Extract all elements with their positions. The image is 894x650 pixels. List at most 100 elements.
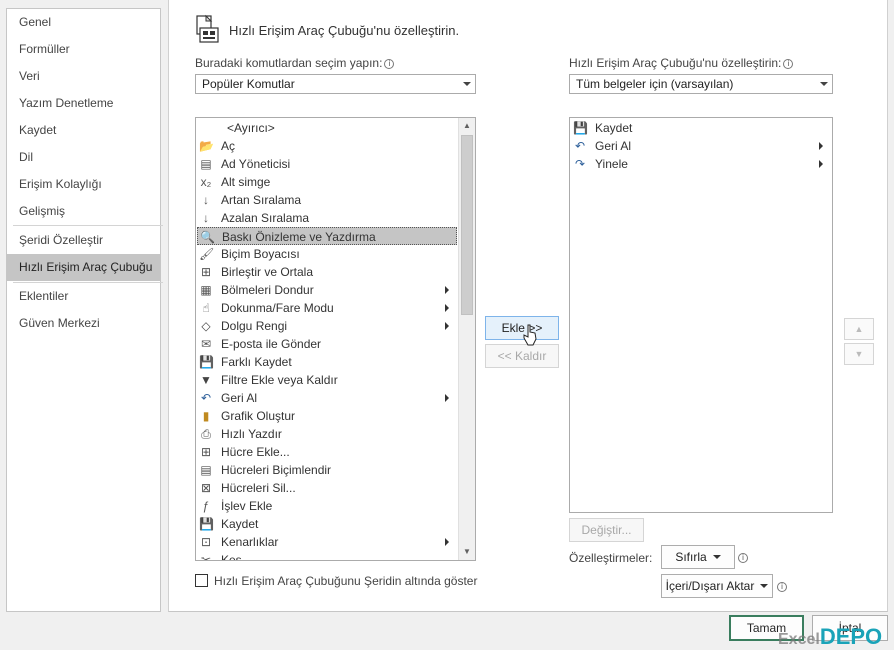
remove-button[interactable]: << Kaldır bbox=[485, 344, 559, 368]
command-item[interactable]: ✂ Kes bbox=[197, 551, 457, 560]
command-item-label: Hücreleri Sil... bbox=[221, 481, 296, 495]
qat-item[interactable]: ↷ Yinele bbox=[571, 155, 831, 173]
command-item[interactable]: ⊠ Hücreleri Sil... bbox=[197, 479, 457, 497]
move-down-button[interactable]: ▼ bbox=[844, 343, 874, 365]
qat-item[interactable]: ↶ Geri Al bbox=[571, 137, 831, 155]
command-item[interactable]: ↓ Azalan Sıralama bbox=[197, 209, 457, 227]
command-item[interactable]: ⎙ Hızlı Yazdır bbox=[197, 425, 457, 443]
info-icon[interactable]: i bbox=[384, 59, 395, 69]
command-item[interactable]: 💾 Farklı Kaydet bbox=[197, 353, 457, 371]
delete-cells-icon: ⊠ bbox=[200, 481, 212, 495]
commands-list-scrollbar[interactable]: ▲ ▼ bbox=[458, 118, 475, 560]
command-item[interactable]: 🔍 Baskı Önizleme ve Yazdırma bbox=[197, 227, 457, 245]
watermark-depo: DEPO bbox=[819, 624, 883, 649]
command-item[interactable]: 💾 Kaydet bbox=[197, 515, 457, 533]
submenu-arrow-icon bbox=[445, 538, 449, 546]
nav-item-kaydet[interactable]: Kaydet bbox=[7, 117, 160, 144]
command-item[interactable]: ▮ Grafik Oluştur bbox=[197, 407, 457, 425]
command-item[interactable]: ⊡ Kenarlıklar bbox=[197, 533, 457, 551]
show-below-ribbon-checkbox[interactable] bbox=[195, 574, 208, 587]
page-title: Hızlı Erişim Araç Çubuğu'nu özelleştirin… bbox=[229, 23, 460, 38]
command-item[interactable]: ⊞ Birleştir ve Ortala bbox=[197, 263, 457, 281]
info-icon[interactable]: i bbox=[783, 59, 794, 69]
choose-commands-dropdown[interactable]: Popüler Komutlar bbox=[195, 74, 476, 94]
insert-cells-icon: ⊞ bbox=[200, 445, 212, 459]
command-item-label: Dolgu Rengi bbox=[221, 319, 288, 333]
sort-descending-icon: ↓ bbox=[203, 211, 209, 225]
submenu-arrow-icon bbox=[445, 304, 449, 312]
email-icon: ✉ bbox=[200, 337, 212, 351]
scroll-down-icon[interactable]: ▼ bbox=[459, 544, 475, 560]
info-icon[interactable]: i bbox=[775, 579, 787, 593]
format-cells-icon: ▤ bbox=[200, 463, 212, 477]
nav-item-yazim-denetleme[interactable]: Yazım Denetleme bbox=[7, 90, 160, 117]
command-item[interactable]: 📂 Aç bbox=[197, 137, 457, 155]
redo-icon: ↷ bbox=[574, 157, 586, 171]
nav-item-guven-merkezi[interactable]: Güven Merkezi bbox=[7, 310, 160, 337]
commands-list[interactable]: <Ayırıcı> 📂 Aç ▤ Ad Yöneticisi x₂ Alt simge ↓ Ar… bbox=[195, 117, 476, 561]
chevron-down-icon bbox=[760, 584, 769, 588]
command-item[interactable]: ↓ Artan Sıralama bbox=[197, 191, 457, 209]
command-item-label: Kaydet bbox=[221, 517, 259, 531]
command-item-label: Hücreleri Biçimlendir bbox=[221, 463, 332, 477]
command-item-label: Farklı Kaydet bbox=[221, 355, 292, 369]
scroll-up-icon[interactable]: ▲ bbox=[459, 118, 475, 134]
quick-access-toolbar-icon bbox=[194, 14, 222, 44]
command-item-label: Artan Sıralama bbox=[221, 193, 302, 207]
nav-item-erisim-kolayligi[interactable]: Erişim Kolaylığı bbox=[7, 171, 160, 198]
move-up-button[interactable]: ▲ bbox=[844, 318, 874, 340]
command-item[interactable]: ▤ Ad Yöneticisi bbox=[197, 155, 457, 173]
command-item-label: Kenarlıklar bbox=[221, 535, 279, 549]
nav-item-hizli-erisim[interactable]: Hızlı Erişim Araç Çubuğu bbox=[7, 254, 160, 281]
scroll-thumb[interactable] bbox=[461, 135, 473, 315]
customize-qat-label-text: Hızlı Erişim Araç Çubuğu'nu özelleştirin… bbox=[569, 56, 782, 70]
nav-item-seridi-ozellestir[interactable]: Şeridi Özelleştir bbox=[7, 227, 160, 254]
chevron-down-icon bbox=[712, 555, 721, 559]
command-item[interactable]: ▤ Hücreleri Biçimlendir bbox=[197, 461, 457, 479]
command-item[interactable]: <Ayırıcı> bbox=[197, 119, 457, 137]
mouse-cursor-icon bbox=[523, 324, 539, 346]
command-item[interactable]: ⊞ Hücre Ekle... bbox=[197, 443, 457, 461]
watermark-logo: ExcelDEPO bbox=[778, 624, 882, 650]
nav-item-dil[interactable]: Dil bbox=[7, 144, 160, 171]
nav-item-eklentiler[interactable]: Eklentiler bbox=[7, 283, 160, 310]
command-item-label: Biçim Boyacısı bbox=[221, 247, 300, 261]
reset-button[interactable]: Sıfırla bbox=[661, 545, 735, 569]
nav-divider bbox=[13, 225, 163, 226]
qat-items-list[interactable]: 💾 Kaydet ↶ Geri Al ↷ Yinele bbox=[569, 117, 833, 513]
choose-commands-value: Popüler Komutlar bbox=[202, 77, 295, 91]
nav-item-veri[interactable]: Veri bbox=[7, 63, 160, 90]
qat-item-label: Geri Al bbox=[595, 139, 632, 153]
touch-mode-icon: ☝ bbox=[202, 301, 210, 315]
command-item[interactable]: x₂ Alt simge bbox=[197, 173, 457, 191]
command-item-label: Ad Yöneticisi bbox=[221, 157, 291, 171]
command-item[interactable]: ✉ E-posta ile Gönder bbox=[197, 335, 457, 353]
import-export-button[interactable]: İçeri/Dışarı Aktar bbox=[661, 574, 773, 598]
command-item[interactable]: 🖌 Biçim Boyacısı bbox=[197, 245, 457, 263]
merge-center-icon: ⊞ bbox=[200, 265, 212, 279]
command-item-label: Dokunma/Fare Modu bbox=[221, 301, 334, 315]
qat-scope-dropdown[interactable]: Tüm belgeler için (varsayılan) bbox=[569, 74, 833, 94]
qat-item[interactable]: 💾 Kaydet bbox=[571, 119, 831, 137]
undo-icon: ↶ bbox=[200, 391, 212, 405]
info-icon[interactable]: i bbox=[736, 550, 748, 564]
nav-item-gelismis[interactable]: Gelişmiş bbox=[7, 198, 160, 225]
command-item[interactable]: ▼ Filtre Ekle veya Kaldır bbox=[197, 371, 457, 389]
submenu-arrow-icon bbox=[819, 160, 823, 168]
command-item[interactable]: ↶ Geri Al bbox=[197, 389, 457, 407]
nav-item-formuller[interactable]: Formüller bbox=[7, 36, 160, 63]
modify-button[interactable]: Değiştir... bbox=[569, 518, 644, 542]
command-item[interactable]: ◇ Dolgu Rengi bbox=[197, 317, 457, 335]
submenu-arrow-icon bbox=[819, 142, 823, 150]
command-item[interactable]: ƒ İşlev Ekle bbox=[197, 497, 457, 515]
command-item[interactable]: ☝ Dokunma/Fare Modu bbox=[197, 299, 457, 317]
subscript-icon: x₂ bbox=[200, 175, 212, 189]
undo-icon: ↶ bbox=[574, 139, 586, 153]
command-item[interactable]: ▦ Bölmeleri Dondur bbox=[197, 281, 457, 299]
chart-icon: ▮ bbox=[202, 409, 210, 423]
chevron-down-icon bbox=[463, 82, 471, 86]
nav-item-genel[interactable]: Genel bbox=[7, 9, 160, 36]
save-icon: 💾 bbox=[199, 517, 214, 531]
choose-commands-label-text: Buradaki komutlardan seçim yapın: bbox=[195, 56, 383, 70]
add-button[interactable]: Ekle >> bbox=[485, 316, 559, 340]
